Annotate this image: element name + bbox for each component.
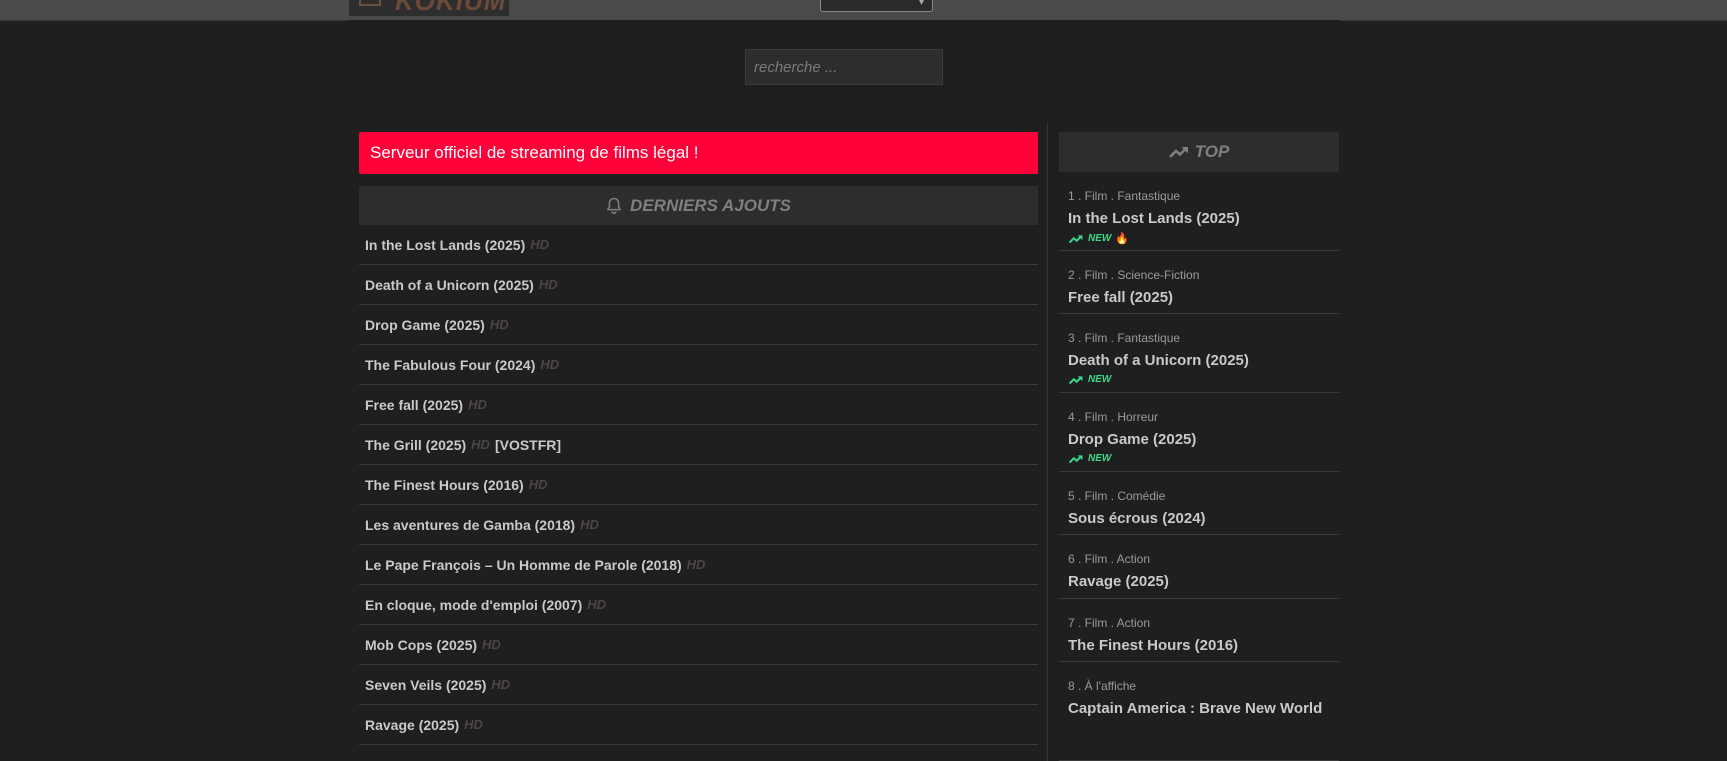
movie-title-link[interactable]: Drop Game (2025)	[365, 317, 485, 333]
movie-title-link[interactable]: Seven Veils (2025)	[365, 677, 486, 693]
top-item[interactable]: 4 . Film . Horreur Drop Game (2025) NEW	[1059, 393, 1339, 472]
bell-icon	[607, 197, 621, 214]
top-item[interactable]: 7 . Film . Action The Finest Hours (2016)	[1059, 599, 1339, 662]
latest-list: In the Lost Lands (2025) HD Death of a Uni…	[359, 225, 1038, 745]
new-badge-label: NEW	[1088, 453, 1112, 464]
movie-title-link[interactable]: The Fabulous Four (2024)	[365, 357, 535, 373]
chevron-down-icon: ▾	[918, 0, 924, 8]
new-badge: NEW	[1068, 453, 1111, 464]
list-item[interactable]: In the Lost Lands (2025) HD	[359, 225, 1038, 265]
top-item-title[interactable]: Sous écrous (2024)	[1068, 510, 1206, 527]
quality-badge: HD	[468, 397, 487, 412]
list-item[interactable]: The Finest Hours (2016) HD	[359, 465, 1038, 505]
quality-badge: HD	[471, 437, 490, 452]
trending-up-icon	[1068, 234, 1083, 243]
top-heading: TOP	[1059, 132, 1339, 172]
top-item-title[interactable]: Drop Game (2025)	[1068, 431, 1196, 448]
movie-title-link[interactable]: In the Lost Lands (2025)	[365, 237, 525, 253]
new-badge-label: NEW	[1088, 374, 1112, 385]
quality-badge: HD	[540, 357, 560, 372]
list-item[interactable]: Les aventures de Gamba (2018) HD	[359, 505, 1038, 545]
top-item-meta: 5 . Film . Comédie	[1068, 489, 1166, 503]
top-item-meta: 6 . Film . Action	[1068, 552, 1151, 566]
movie-title-link[interactable]: Les aventures de Gamba (2018)	[365, 517, 575, 533]
latest-heading-label: DERNIERS AJOUTS	[630, 195, 791, 215]
top-item-meta: 1 . Film . Fantastique	[1068, 189, 1181, 203]
list-item[interactable]: The Fabulous Four (2024) HD	[359, 345, 1038, 385]
trending-up-icon	[1068, 454, 1083, 463]
movie-title-link[interactable]: Le Pape François – Un Homme de Parole (2…	[365, 557, 682, 573]
new-badge-label: NEW	[1088, 233, 1112, 244]
list-item[interactable]: En cloque, mode d'emploi (2007) HD	[359, 585, 1038, 625]
logo-text: KOKIUM	[395, 0, 507, 16]
quality-badge: HD	[587, 597, 607, 612]
quality-badge: HD	[686, 557, 706, 572]
top-nav-bar: KOKIUM ▾	[0, 0, 1727, 21]
logo-tv-icon	[359, 0, 381, 6]
top-item-title[interactable]: The Finest Hours (2016)	[1068, 637, 1238, 654]
new-badge: NEW	[1068, 374, 1111, 385]
top-item[interactable]: 1 . Film . Fantastique In the Lost Lands …	[1059, 172, 1339, 251]
top-item-meta: 3 . Film . Fantastique	[1068, 331, 1181, 345]
top-item-title[interactable]: Free fall (2025)	[1068, 289, 1173, 306]
quality-badge: HD	[489, 317, 509, 332]
latest-heading: DERNIERS AJOUTS	[359, 186, 1038, 225]
movie-title-link[interactable]: En cloque, mode d'emploi (2007)	[365, 597, 582, 613]
top-item-meta: 8 . À l'affiche	[1068, 679, 1137, 693]
list-item[interactable]: Drop Game (2025) HD	[359, 305, 1038, 345]
menu-dropdown[interactable]: ▾	[820, 0, 933, 12]
movie-title-link[interactable]: The Finest Hours (2016)	[365, 477, 524, 493]
top-item[interactable]: 5 . Film . Comédie Sous écrous (2024)	[1059, 472, 1339, 535]
top-item-meta: 4 . Film . Horreur	[1068, 410, 1159, 424]
top-item[interactable]: 8 . À l'affiche Captain America : Brave N…	[1059, 662, 1339, 761]
quality-badge: HD	[530, 237, 550, 252]
top-item-title[interactable]: Death of a Unicorn (2025)	[1068, 352, 1249, 369]
movie-title-link[interactable]: Mob Cops (2025)	[365, 637, 477, 653]
top-item-meta: 2 . Film . Science-Fiction	[1068, 268, 1200, 282]
top-item[interactable]: 3 . Film . Fantastique Death of a Unicorn…	[1059, 314, 1339, 393]
fire-icon: 🔥	[1115, 233, 1130, 245]
list-item[interactable]: Le Pape François – Un Homme de Parole (2…	[359, 545, 1038, 585]
top-heading-label: TOP	[1194, 142, 1230, 161]
movie-title-link[interactable]: Death of a Unicorn (2025)	[365, 277, 534, 293]
quality-badge: HD	[491, 677, 511, 692]
list-item[interactable]: Seven Veils (2025) HD	[359, 665, 1038, 705]
top-item-meta: 7 . Film . Action	[1068, 616, 1151, 630]
top-item-title[interactable]: Captain America : Brave New World	[1068, 700, 1322, 717]
quality-badge: HD	[482, 637, 501, 652]
new-badge: NEW 🔥	[1068, 232, 1129, 245]
info-banner: Serveur officiel de streaming de films l…	[359, 132, 1038, 174]
quality-badge: HD	[580, 517, 599, 532]
top-item[interactable]: 6 . Film . Action Ravage (2025)	[1059, 535, 1339, 599]
list-item[interactable]: Death of a Unicorn (2025) HD	[359, 265, 1038, 305]
movie-title-link[interactable]: The Grill (2025)	[365, 437, 466, 453]
quality-badge: HD	[538, 277, 558, 292]
top-item[interactable]: 2 . Film . Science-Fiction Free fall (202…	[1059, 251, 1339, 314]
list-item[interactable]: Free fall (2025) HD	[359, 385, 1038, 425]
site-logo[interactable]: KOKIUM	[349, 0, 509, 16]
list-item[interactable]: Mob Cops (2025) HD	[359, 625, 1038, 665]
movie-title-link[interactable]: Free fall (2025)	[365, 397, 463, 413]
top-item-title[interactable]: In the Lost Lands (2025)	[1068, 210, 1240, 227]
quality-badge: HD	[528, 477, 548, 492]
language-tag: [VOSTFR]	[494, 436, 562, 453]
movie-title-link[interactable]: Ravage (2025)	[365, 717, 459, 733]
trending-up-icon	[1168, 147, 1188, 158]
search-input[interactable]	[745, 49, 943, 85]
list-item[interactable]: The Grill (2025) HD [VOSTFR]	[359, 425, 1038, 465]
top-item-title[interactable]: Ravage (2025)	[1068, 573, 1169, 590]
quality-badge: HD	[464, 717, 483, 732]
trending-up-icon	[1068, 375, 1083, 384]
column-divider	[1047, 122, 1048, 761]
list-item[interactable]: Ravage (2025) HD	[359, 705, 1038, 745]
